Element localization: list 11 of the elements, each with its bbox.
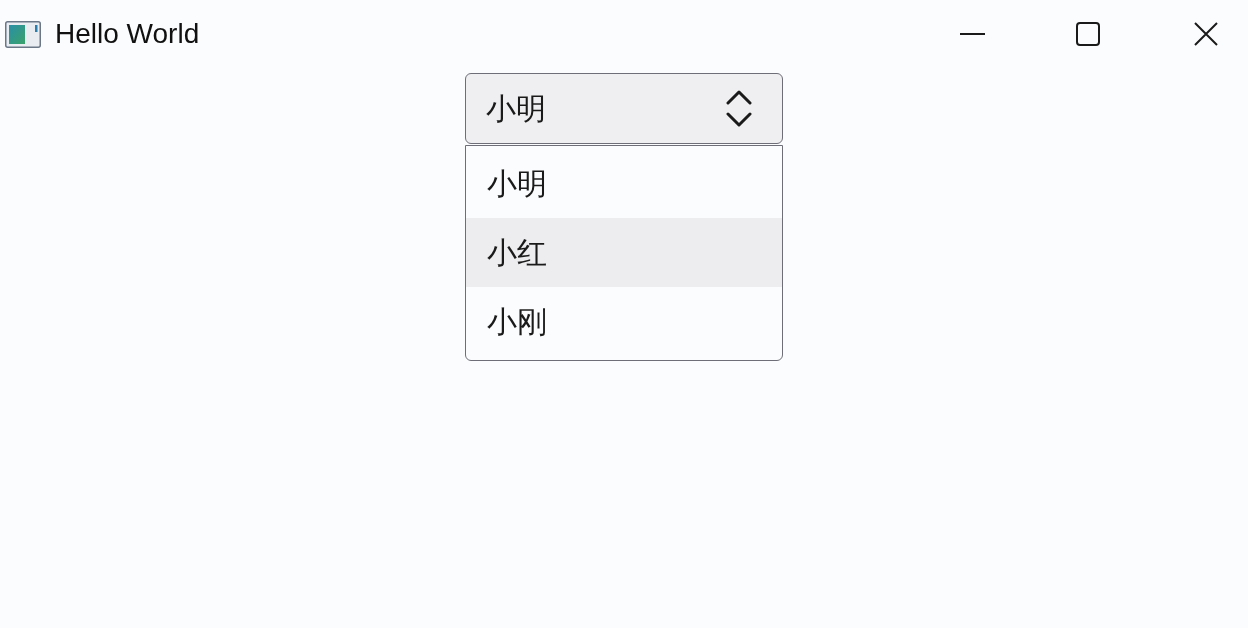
app-window-icon [5,20,41,48]
dropdown-option[interactable]: 小明 [466,149,782,218]
combo-box[interactable]: 小明 [465,73,783,144]
window-title: Hello World [55,20,200,48]
maximize-icon [1076,22,1100,46]
close-icon [1194,22,1218,46]
minimize-icon [959,33,985,35]
dropdown-option[interactable]: 小红 [466,218,782,287]
selected-value: 小明 [486,93,546,124]
up-down-chevron-icon [726,90,752,127]
dropdown-option[interactable]: 小刚 [466,287,782,356]
